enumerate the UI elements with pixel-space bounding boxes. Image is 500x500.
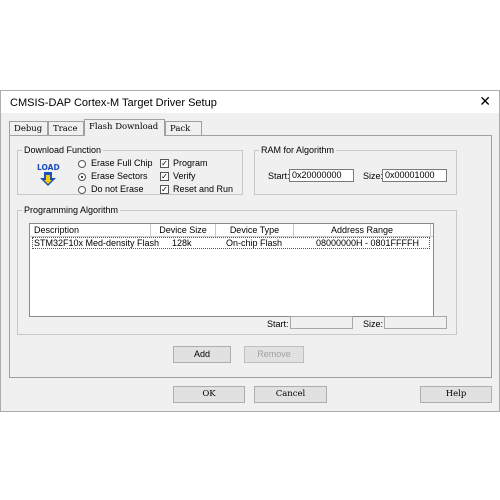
verify-label: Verify (173, 171, 196, 181)
algorithm-size-label: Size: (363, 319, 384, 329)
table-cell-address-range: 08000000H - 0801FFFFH (316, 238, 420, 248)
column-header-description[interactable]: Description (30, 224, 151, 237)
load-icon: LOAD (37, 163, 60, 186)
erase-full-chip-label: Erase Full Chip (91, 158, 153, 168)
title-bar: CMSIS-DAP Cortex-M Target Driver Setup ✕ (1, 91, 499, 113)
program-checkbox[interactable]: ✓ (160, 159, 169, 168)
cancel-button[interactable]: Cancel (254, 386, 327, 403)
column-header-device-type[interactable]: Device Type (216, 224, 294, 237)
ram-size-label: Size: (363, 171, 384, 181)
column-header-device-size[interactable]: Device Size (151, 224, 216, 237)
ram-size-input[interactable]: 0x00001000 (382, 169, 447, 182)
window-title: CMSIS-DAP Cortex-M Target Driver Setup (10, 97, 217, 109)
algorithm-start-label: Start: (267, 319, 289, 329)
algorithm-list[interactable]: Description Device Size Device Type Addr… (29, 223, 434, 317)
close-icon[interactable]: ✕ (479, 94, 491, 108)
column-header-address-range[interactable]: Address Range (294, 224, 431, 237)
ok-button[interactable]: OK (173, 386, 245, 403)
remove-button[interactable]: Remove (244, 346, 304, 363)
column-header-filler (431, 224, 433, 237)
help-button[interactable]: Help (420, 386, 492, 403)
radio-erase-sectors[interactable] (78, 173, 86, 181)
ram-start-label: Start: (268, 171, 290, 181)
verify-checkbox[interactable]: ✓ (160, 172, 169, 181)
ram-start-input[interactable]: 0x20000000 (289, 169, 354, 182)
reset-and-run-label: Reset and Run (173, 184, 234, 194)
load-icon-text: LOAD (37, 163, 60, 172)
ram-legend: RAM for Algorithm (261, 145, 335, 155)
table-cell-description: STM32F10x Med-density Flash (34, 238, 160, 248)
tab-debug[interactable]: Debug (9, 121, 48, 135)
erase-sectors-label: Erase Sectors (91, 171, 148, 181)
target-driver-setup-dialog: CMSIS-DAP Cortex-M Target Driver Setup ✕… (0, 90, 500, 412)
table-cell-device-type: On-chip Flash (226, 238, 283, 248)
tab-pack[interactable]: Pack (165, 121, 202, 135)
add-button[interactable]: Add (173, 346, 231, 363)
algorithm-size-input[interactable] (384, 316, 447, 329)
programming-algorithm-legend: Programming Algorithm (24, 205, 119, 215)
reset-and-run-checkbox[interactable]: ✓ (160, 185, 169, 194)
table-cell-device-size: 128k (172, 238, 192, 248)
radio-erase-full-chip[interactable] (78, 160, 86, 168)
tab-trace[interactable]: Trace (48, 121, 84, 135)
tab-flash-download[interactable]: Flash Download (84, 119, 165, 136)
program-label: Program (173, 158, 208, 168)
algorithm-start-input[interactable] (290, 316, 353, 329)
do-not-erase-label: Do not Erase (91, 184, 144, 194)
radio-do-not-erase[interactable] (78, 186, 86, 194)
download-function-legend: Download Function (24, 145, 102, 155)
